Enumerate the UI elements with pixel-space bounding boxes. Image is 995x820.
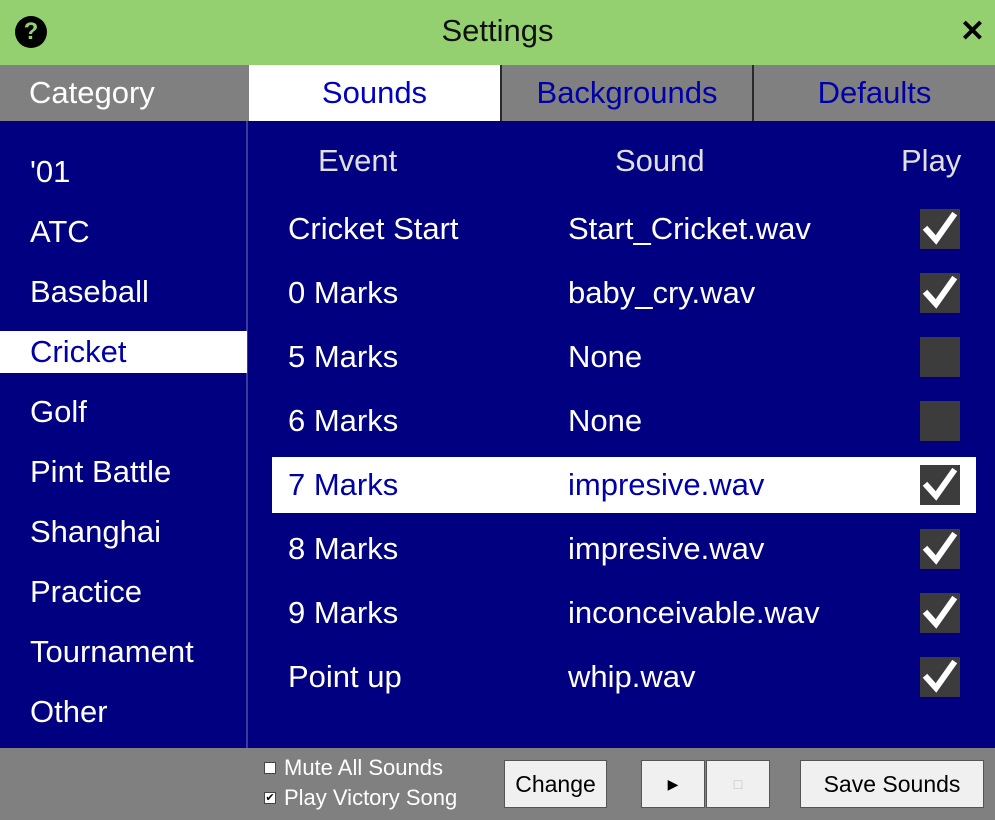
table-row[interactable]: 5 Marks None	[272, 329, 976, 385]
mute-all-sounds-checkbox[interactable]: Mute All Sounds	[264, 755, 443, 781]
bottom-bar: Mute All Sounds ✔ Play Victory Song Chan…	[0, 748, 995, 820]
save-sounds-button[interactable]: Save Sounds	[800, 760, 984, 808]
column-header-play: Play	[901, 143, 962, 178]
sound-file: impresive.wav	[568, 531, 765, 566]
checkbox-box[interactable]: ✔	[264, 792, 276, 804]
sidebar-item-atc[interactable]: ATC	[0, 211, 247, 253]
sound-file: inconceivable.wav	[568, 595, 820, 630]
window-title: Settings	[441, 13, 554, 48]
event-label: Cricket Start	[288, 211, 459, 246]
sidebar-item-cricket[interactable]: Cricket	[0, 331, 247, 373]
table-row[interactable]: Point up whip.wav	[272, 649, 976, 705]
check-icon	[922, 275, 958, 309]
sidebar-item-01[interactable]: '01	[0, 151, 247, 193]
tab-bar: Category Sounds Backgrounds Defaults	[0, 65, 995, 121]
sidebar-item-shanghai[interactable]: Shanghai	[0, 511, 247, 553]
event-label: 9 Marks	[288, 595, 399, 630]
change-button[interactable]: Change	[504, 760, 607, 808]
sidebar-item-baseball[interactable]: Baseball	[0, 271, 247, 313]
sound-file: impresive.wav	[568, 467, 765, 502]
play-checkbox[interactable]	[920, 337, 960, 377]
sidebar-item-tournament[interactable]: Tournament	[0, 631, 247, 673]
sidebar-item-golf[interactable]: Golf	[0, 391, 247, 433]
event-label: Point up	[288, 659, 402, 694]
mute-all-sounds-label: Mute All Sounds	[284, 755, 443, 780]
sidebar-item-other[interactable]: Other	[0, 691, 247, 733]
sound-file: Start_Cricket.wav	[568, 211, 811, 246]
event-label: 6 Marks	[288, 403, 399, 438]
check-icon	[922, 659, 958, 693]
play-checkbox[interactable]	[920, 657, 960, 697]
tab-backgrounds[interactable]: Backgrounds	[500, 65, 752, 121]
play-checkbox[interactable]	[920, 209, 960, 249]
check-icon	[922, 531, 958, 565]
close-icon[interactable]: ✕	[960, 12, 985, 52]
check-icon	[922, 211, 958, 245]
table-row[interactable]: 0 Marks baby_cry.wav	[272, 265, 976, 321]
sound-file: baby_cry.wav	[568, 275, 756, 310]
check-icon	[922, 467, 958, 501]
stop-icon[interactable]: □	[706, 760, 770, 808]
play-checkbox[interactable]	[920, 593, 960, 633]
play-checkbox[interactable]	[920, 273, 960, 313]
play-icon[interactable]: ▶	[641, 760, 705, 808]
event-label: 7 Marks	[288, 467, 399, 502]
play-checkbox[interactable]	[920, 529, 960, 569]
play-checkbox[interactable]	[920, 465, 960, 505]
event-label: 5 Marks	[288, 339, 399, 374]
event-label: 0 Marks	[288, 275, 399, 310]
sounds-table: Event Sound Play Cricket Start Start_Cri…	[250, 121, 995, 748]
column-header-sound: Sound	[615, 143, 705, 178]
sidebar-item-pint-battle[interactable]: Pint Battle	[0, 451, 247, 493]
sound-file: None	[568, 339, 643, 374]
check-icon	[922, 595, 958, 629]
sound-file: whip.wav	[568, 659, 696, 694]
category-header: Category	[29, 75, 155, 110]
play-victory-song-label: Play Victory Song	[284, 785, 458, 810]
table-row[interactable]: 9 Marks inconceivable.wav	[272, 585, 976, 641]
table-row[interactable]: 8 Marks impresive.wav	[272, 521, 976, 577]
play-checkbox[interactable]	[920, 401, 960, 441]
sound-file: None	[568, 403, 643, 438]
sidebar-item-practice[interactable]: Practice	[0, 571, 247, 613]
table-row[interactable]: 6 Marks None	[272, 393, 976, 449]
table-row[interactable]: 7 Marks impresive.wav	[272, 457, 976, 513]
column-header-event: Event	[318, 143, 398, 178]
play-victory-song-checkbox[interactable]: ✔ Play Victory Song	[264, 785, 457, 811]
category-sidebar: '01 ATC Baseball Cricket Golf Pint Battl…	[0, 121, 248, 748]
checkbox-box[interactable]	[264, 762, 276, 774]
event-label: 8 Marks	[288, 531, 399, 566]
tab-defaults[interactable]: Defaults	[752, 65, 995, 121]
title-bar: ? Settings ✕	[0, 0, 995, 65]
tab-sounds[interactable]: Sounds	[249, 65, 500, 121]
table-row[interactable]: Cricket Start Start_Cricket.wav	[272, 201, 976, 257]
